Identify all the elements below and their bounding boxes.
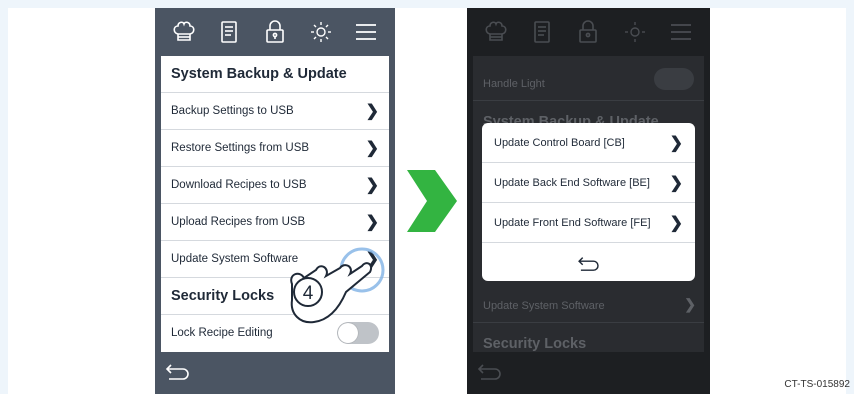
top-navigation-bar-dimmed [467, 8, 710, 56]
back-icon [477, 361, 503, 386]
dialog-back-button[interactable] [482, 243, 695, 281]
controller-screen-left: System Backup & Update Backup Settings t… [155, 8, 395, 394]
bottom-bar [155, 352, 395, 394]
item-label: Backup Settings to USB [171, 105, 294, 117]
section-header-security: Security Locks [483, 336, 587, 352]
update-system-software-label: Update System Software [483, 300, 605, 312]
bottom-bar-dimmed [467, 352, 710, 394]
update-control-board-option[interactable]: Update Control Board [CB] ❯ [482, 123, 695, 163]
chevron-right-icon: ❯ [669, 214, 683, 232]
chevron-right-icon: ❯ [365, 177, 379, 194]
item-label: Upload Recipes from USB [171, 216, 306, 228]
download-recipes-item[interactable]: Download Recipes to USB ❯ [161, 167, 389, 204]
menu-icon[interactable] [352, 18, 380, 46]
chef-hat-icon [482, 18, 510, 46]
chevron-right-icon: ❯ [669, 134, 683, 152]
chevron-right-icon: ❯ [365, 214, 379, 231]
tap-hand-icon: 4 [290, 247, 385, 324]
next-step-arrow-icon [407, 170, 457, 232]
restore-settings-item[interactable]: Restore Settings from USB ❯ [161, 130, 389, 167]
chevron-right-icon: ❯ [365, 103, 379, 120]
back-icon [577, 256, 599, 271]
option-label: Update Control Board [CB] [494, 136, 625, 149]
section-header-backup: System Backup & Update [161, 56, 389, 93]
back-icon[interactable] [165, 361, 191, 386]
chevron-right-icon: ❯ [669, 174, 683, 192]
option-label: Update Back End Software [BE] [494, 176, 650, 189]
item-label: Download Recipes to USB [171, 179, 307, 191]
recipe-book-icon [528, 18, 556, 46]
lock-icon [574, 18, 602, 46]
chevron-right-icon: ❯ [684, 296, 696, 312]
recipe-book-icon[interactable] [215, 18, 243, 46]
figure-code: CT-TS-015892 [784, 379, 850, 390]
handle-light-toggle [654, 68, 694, 90]
backup-settings-item[interactable]: Backup Settings to USB ❯ [161, 93, 389, 130]
option-label: Update Front End Software [FE] [494, 216, 651, 229]
menu-icon [667, 18, 695, 46]
update-software-dialog: Update Control Board [CB] ❯ Update Back … [482, 123, 695, 281]
step-number: 4 [303, 283, 314, 304]
brightness-icon [621, 18, 649, 46]
update-front-end-option[interactable]: Update Front End Software [FE] ❯ [482, 203, 695, 243]
item-label: Restore Settings from USB [171, 142, 310, 154]
upload-recipes-item[interactable]: Upload Recipes from USB ❯ [161, 204, 389, 241]
lock-icon[interactable] [261, 18, 289, 46]
chef-hat-icon[interactable] [170, 18, 198, 46]
handle-light-label: Handle Light [483, 78, 545, 90]
update-back-end-option[interactable]: Update Back End Software [BE] ❯ [482, 163, 695, 203]
chevron-right-icon: ❯ [365, 140, 379, 157]
item-label: Lock Recipe Editing [171, 327, 273, 339]
brightness-icon[interactable] [307, 18, 335, 46]
top-navigation-bar [155, 8, 395, 56]
